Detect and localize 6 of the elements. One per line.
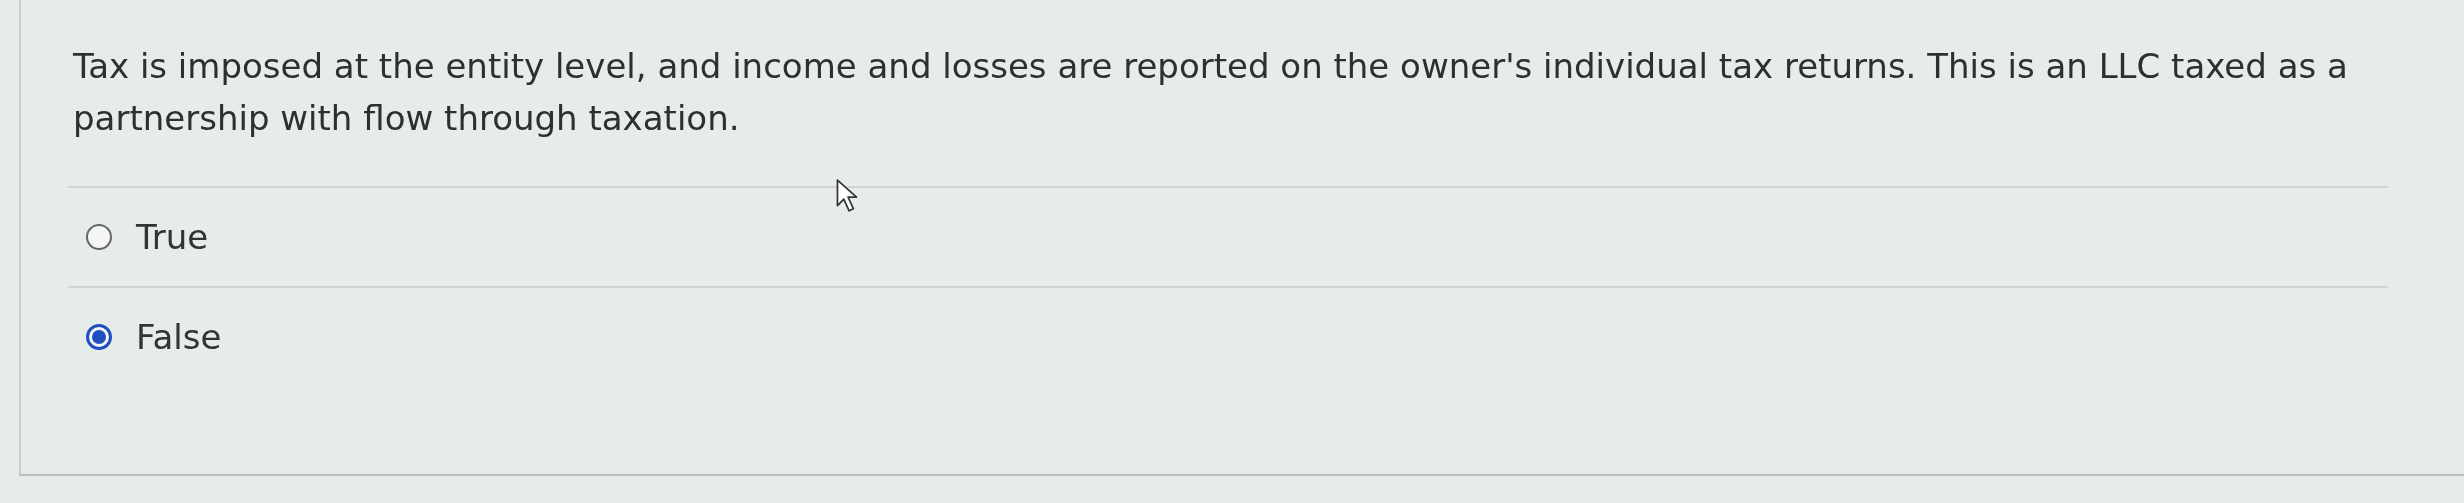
radio-button[interactable] xyxy=(86,224,112,250)
option-label[interactable]: False xyxy=(136,317,222,357)
option-label[interactable]: True xyxy=(136,217,209,257)
radio-button[interactable] xyxy=(86,324,112,350)
pointer-cursor-icon xyxy=(835,178,859,214)
question-text: Tax is imposed at the entity level, and income and losses are reported on the owner's individual tax returns. This is an LLC taxed as a partnership with flow through taxation. xyxy=(73,45,2349,140)
